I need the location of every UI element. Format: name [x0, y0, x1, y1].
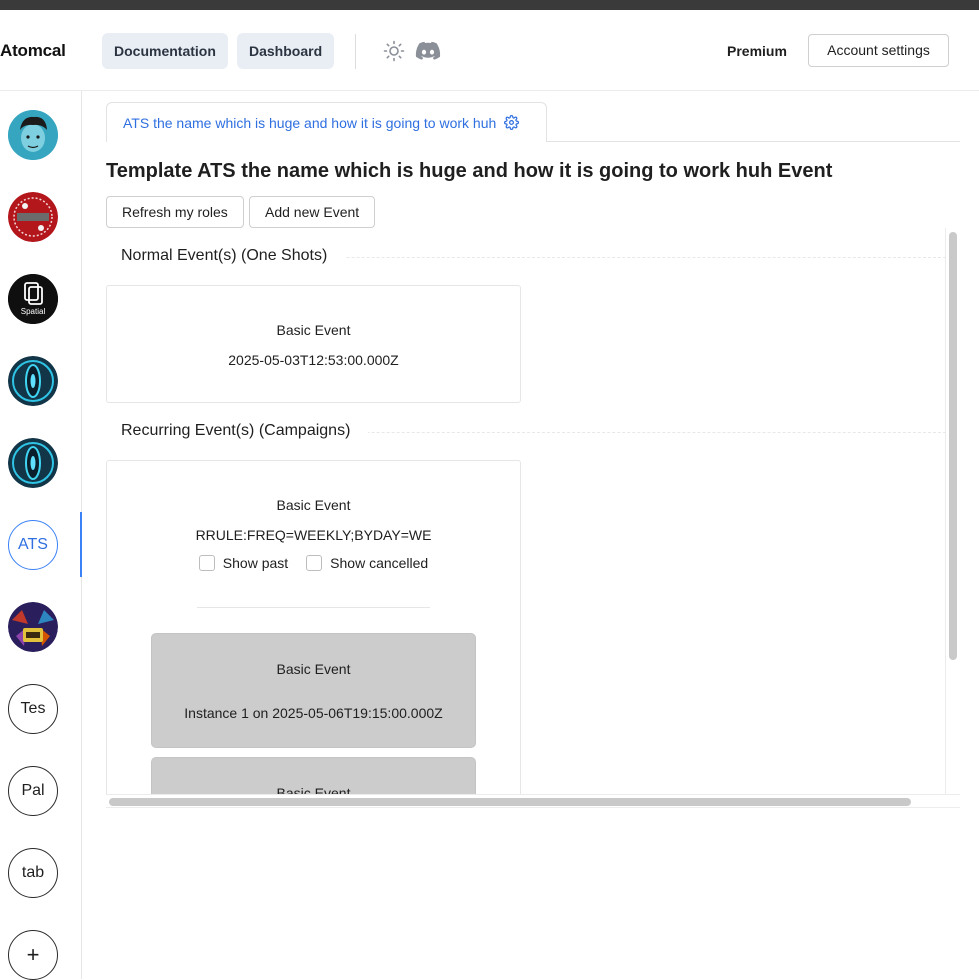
server-avatar-cartoon[interactable]: [8, 110, 58, 160]
server-avatar-red-logo[interactable]: [8, 192, 58, 242]
tab-bar-line: [547, 141, 960, 142]
tab-label: ATS the name which is huge and how it is…: [123, 114, 497, 131]
horizontal-scrollbar-thumb[interactable]: [109, 798, 911, 806]
active-server-indicator: [80, 512, 82, 577]
window-top-strip: [0, 0, 979, 10]
server-avatar-eye-2[interactable]: [8, 438, 58, 488]
vertical-scrollbar-thumb[interactable]: [949, 232, 957, 660]
svg-text:Spatial: Spatial: [21, 307, 46, 316]
discord-icon[interactable]: [415, 40, 441, 62]
recurring-filters: Show past Show cancelled: [107, 555, 520, 571]
server-ats[interactable]: ATS: [8, 520, 58, 570]
server-avatar-colorful[interactable]: [8, 602, 58, 652]
show-cancelled-checkbox[interactable]: [306, 555, 323, 571]
recurring-event-card[interactable]: Basic Event RRULE:FREQ=WEEKLY;BYDAY=WE S…: [106, 460, 521, 808]
event-name: Basic Event: [276, 322, 351, 338]
server-avatar-spatial[interactable]: Spatial: [8, 274, 58, 324]
server-tes[interactable]: Tes: [8, 684, 58, 734]
events-scroll-area[interactable]: Normal Event(s) (One Shots) Basic Event …: [106, 228, 959, 808]
account-settings-button[interactable]: Account settings: [808, 34, 949, 67]
show-cancelled-label[interactable]: Show cancelled: [330, 555, 428, 571]
card-divider: [197, 607, 430, 608]
brand-logo-text[interactable]: Atomcal: [0, 41, 66, 61]
server-tab[interactable]: tab: [8, 848, 58, 898]
normal-events-title: Normal Event(s) (One Shots): [121, 247, 346, 265]
event-date: 2025-05-03T12:53:00.000Z: [228, 352, 399, 368]
premium-label[interactable]: Premium: [727, 43, 787, 59]
server-avatar-eye-1[interactable]: [8, 356, 58, 406]
header-divider: [355, 34, 356, 69]
event-name: Basic Event: [276, 497, 351, 513]
refresh-roles-button[interactable]: Refresh my roles: [106, 196, 244, 228]
normal-event-card[interactable]: Basic Event 2025-05-03T12:53:00.000Z: [106, 285, 521, 403]
theme-toggle-sun-icon[interactable]: [382, 40, 406, 62]
app-header: Atomcal Documentation Dashboard Premium …: [0, 10, 979, 91]
gear-icon[interactable]: [504, 115, 520, 130]
event-rrule: RRULE:FREQ=WEEKLY;BYDAY=WE: [195, 527, 432, 543]
add-server-button[interactable]: +: [8, 930, 58, 980]
page-title: Template ATS the name which is huge and …: [106, 160, 833, 182]
show-past-checkbox[interactable]: [198, 555, 215, 571]
event-instance-card[interactable]: Basic Event Instance 1 on 2025-05-06T19:…: [151, 633, 476, 748]
recurring-events-title: Recurring Event(s) (Campaigns): [121, 422, 369, 440]
server-pal[interactable]: Pal: [8, 766, 58, 816]
server-sidebar: Spatial ATS Tes Pal tab +: [0, 91, 82, 980]
dashboard-button[interactable]: Dashboard: [237, 33, 335, 69]
instance-name: Basic Event: [276, 661, 351, 677]
show-past-label[interactable]: Show past: [223, 555, 288, 571]
documentation-button[interactable]: Documentation: [102, 33, 228, 69]
add-event-button[interactable]: Add new Event: [249, 196, 376, 228]
tab-ats[interactable]: ATS the name which is huge and how it is…: [106, 102, 547, 142]
instance-date: Instance 1 on 2025-05-06T19:15:00.000Z: [184, 705, 443, 721]
